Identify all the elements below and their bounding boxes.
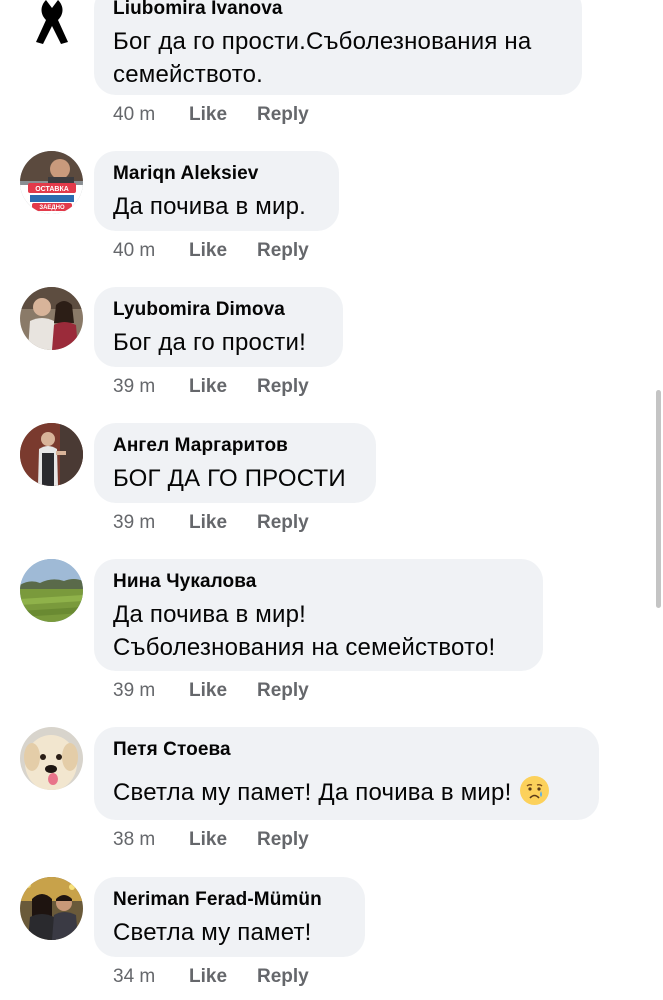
comment-text: Бог да го прости.Съболезнования на семей… — [113, 25, 562, 91]
comment-text: Бог да го прости! — [113, 326, 323, 359]
comment-text-line: Бог да го прости.Съболезнования на — [113, 28, 532, 55]
avatar[interactable] — [20, 877, 83, 940]
comment-meta: 40 m Like Reply — [113, 103, 309, 127]
like-button[interactable]: Like — [189, 511, 257, 535]
comment-bubble: Петя Стоева Светла му памет! Да почива в… — [94, 727, 599, 820]
sad-but-relieved-face-icon — [520, 776, 550, 805]
comment-meta: 40 m Like Reply — [113, 239, 309, 263]
comment-text-line: Светла му памет! — [113, 919, 312, 946]
comment-author[interactable]: Петя Стоева — [113, 738, 579, 762]
comment-text: БОГ ДА ГО ПРОСТИ — [113, 462, 356, 495]
comment-timestamp[interactable]: 38 m — [113, 828, 189, 852]
like-button[interactable]: Like — [189, 679, 257, 703]
like-button[interactable]: Like — [189, 375, 257, 399]
comment-text-line: Да почива в мир. — [113, 193, 307, 220]
comment-bubble: Liubomira Ivanova Бог да го прости.Събол… — [94, 0, 582, 95]
reply-button[interactable]: Reply — [257, 375, 309, 399]
like-button[interactable]: Like — [189, 965, 257, 989]
comment-text-line: Светла му памет! Да почива в мир! — [113, 779, 519, 806]
comment-timestamp[interactable]: 39 m — [113, 679, 189, 703]
comment-author[interactable]: Lyubomira Dimova — [113, 298, 323, 322]
scrollbar[interactable] — [656, 390, 661, 608]
reply-button[interactable]: Reply — [257, 965, 309, 989]
comment-timestamp[interactable]: 40 m — [113, 103, 189, 127]
avatar-badge-text: ОСТАВКА — [35, 186, 69, 193]
comment-text-line: Да почива в мир! — [113, 601, 307, 628]
comment-text: Светла му памет! Да почива в мир! — [113, 776, 579, 809]
comment-bubble: Neriman Ferad-Mümün Светла му памет! — [94, 877, 365, 957]
comment-meta: 39 m Like Reply — [113, 679, 309, 703]
comment-author[interactable]: Neriman Ferad-Mümün — [113, 888, 345, 912]
comment-timestamp[interactable]: 39 m — [113, 375, 189, 399]
comment-meta: 39 m Like Reply — [113, 375, 309, 399]
reply-button[interactable]: Reply — [257, 828, 309, 852]
comment-bubble: Mariqn Aleksiev Да почива в мир. — [94, 151, 339, 231]
comment-author[interactable]: Ангел Маргаритов — [113, 434, 356, 458]
avatar-badge-text: ЗАЕДНО — [39, 205, 65, 211]
like-button[interactable]: Like — [189, 828, 257, 852]
avatar[interactable]: ОСТАВКА ЗАЕДНО — [20, 151, 83, 214]
comment-text: Да почива в мир. — [113, 190, 319, 223]
comment-meta: 34 m Like Reply — [113, 965, 309, 989]
comment-text-line: Бог да го прости! — [113, 329, 306, 356]
like-button[interactable]: Like — [189, 239, 257, 263]
comment-text-line: семейството. — [113, 61, 264, 88]
like-button[interactable]: Like — [189, 103, 257, 127]
avatar[interactable] — [20, 559, 83, 622]
reply-button[interactable]: Reply — [257, 239, 309, 263]
mourning-ribbon-icon — [32, 0, 72, 46]
comment-text-line: БОГ ДА ГО ПРОСТИ — [113, 465, 346, 492]
avatar[interactable] — [20, 727, 83, 790]
comment-timestamp[interactable]: 39 m — [113, 511, 189, 535]
comment-bubble: Ангел Маргаритов БОГ ДА ГО ПРОСТИ — [94, 423, 376, 503]
comment-timestamp[interactable]: 34 m — [113, 965, 189, 989]
avatar[interactable] — [20, 287, 83, 350]
reply-button[interactable]: Reply — [257, 103, 309, 127]
comment-text: Светла му памет! — [113, 916, 345, 949]
comment-text: Да почива в мир! Съболезнования на семей… — [113, 598, 523, 664]
comment-text-line: Съболезнования на семейството! — [113, 634, 496, 661]
comment-author[interactable]: Нина Чукалова — [113, 570, 523, 594]
comment-author[interactable]: Liubomira Ivanova — [113, 0, 562, 21]
comment-bubble: Lyubomira Dimova Бог да го прости! — [94, 287, 343, 367]
reply-button[interactable]: Reply — [257, 679, 309, 703]
comment-bubble: Нина Чукалова Да почива в мир! Съболезно… — [94, 559, 543, 671]
comment-author[interactable]: Mariqn Aleksiev — [113, 162, 319, 186]
reply-button[interactable]: Reply — [257, 511, 309, 535]
comment-timestamp[interactable]: 40 m — [113, 239, 189, 263]
comment-meta: 39 m Like Reply — [113, 511, 309, 535]
avatar[interactable] — [20, 423, 83, 486]
comment-meta: 38 m Like Reply — [113, 828, 309, 852]
